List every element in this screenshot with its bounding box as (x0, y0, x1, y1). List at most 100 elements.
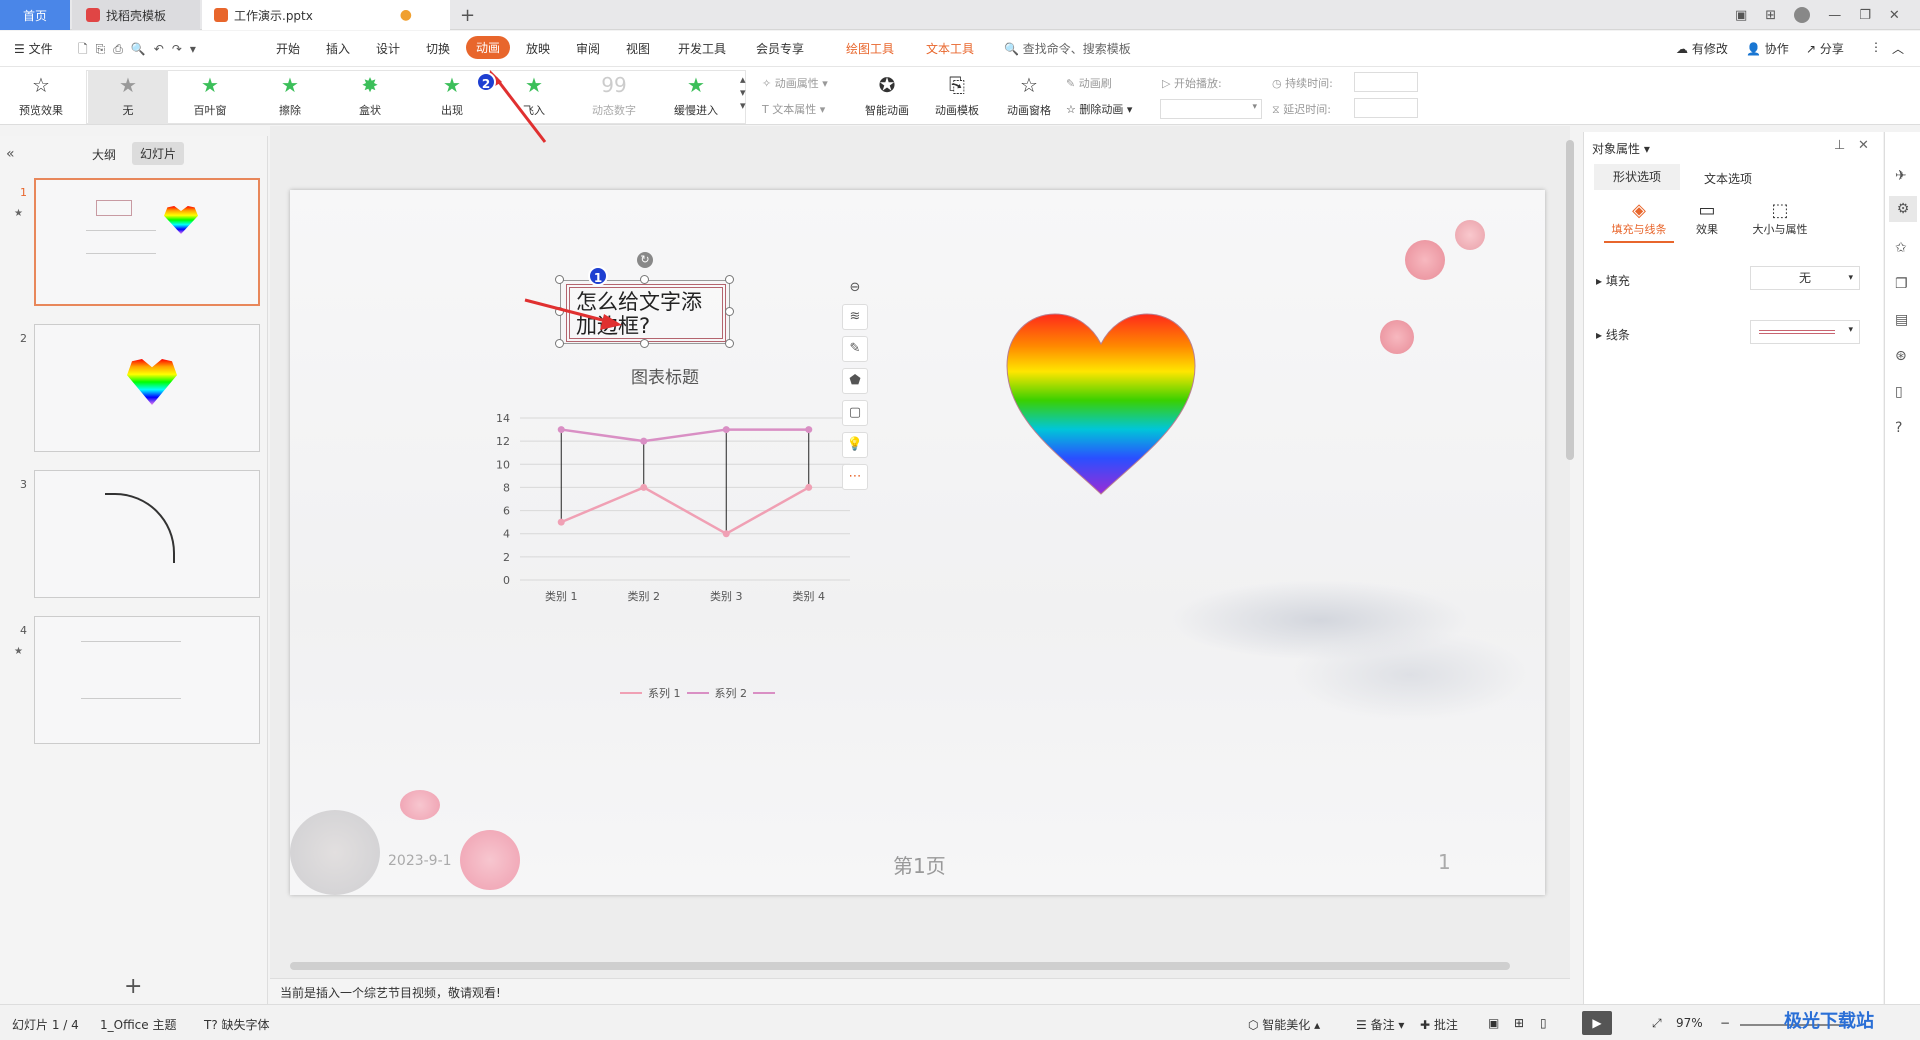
effect-blinds[interactable]: ★ 百叶窗 (170, 70, 250, 124)
file-menu[interactable]: ☰ 文件 (14, 40, 53, 57)
avatar[interactable] (1794, 7, 1811, 23)
size-properties-tab[interactable]: ⬚ 大小与属性 (1740, 200, 1820, 237)
slide-thumbnail-1[interactable] (34, 178, 260, 306)
fill-section-toggle[interactable]: ▸ 填充 (1596, 272, 1630, 289)
duration-input[interactable] (1354, 72, 1418, 92)
line-style-select[interactable]: ▾ (1750, 320, 1860, 344)
menu-animation[interactable]: 动画 (466, 36, 511, 59)
gallery-scroll-icon[interactable]: ▴ ▾ ▾ (740, 73, 746, 112)
notes-button[interactable]: ☰ 备注 ▾ (1356, 1016, 1404, 1033)
apps-icon[interactable]: ⊞ (1765, 8, 1776, 23)
tab-outline[interactable]: 大纲 (92, 146, 116, 163)
close-pane-icon[interactable]: ✕ (1858, 138, 1869, 153)
menu-drawing-tools[interactable]: 绘图工具 (846, 40, 894, 57)
preview-effect-button[interactable]: ☆ 预览效果 (8, 70, 74, 124)
vertical-scrollbar[interactable] (1566, 140, 1574, 460)
resize-handle[interactable] (640, 339, 649, 348)
notes-text[interactable]: 当前是插入一个综艺节目视频，敬请观看! (280, 984, 501, 1001)
menu-transition[interactable]: 切换 (426, 40, 450, 57)
more-icon[interactable]: ⋮ (1870, 40, 1882, 54)
collab-button[interactable]: 👤 协作 (1746, 40, 1789, 57)
pane-title[interactable]: 对象属性 ▾ (1592, 140, 1650, 157)
beautify-button[interactable]: ⬡ 智能美化 ▴ (1248, 1016, 1320, 1033)
resize-handle[interactable] (555, 339, 564, 348)
frame-icon[interactable]: ▢ (842, 400, 868, 426)
modify-button[interactable]: ☁ 有修改 (1676, 40, 1728, 57)
new-tab-button[interactable]: + (460, 0, 475, 30)
anim-prop-button[interactable]: ✧ 动画属性 ▾ (762, 75, 828, 91)
slide-canvas[interactable]: 怎么给文字添加边框? ↻ 0 2 4 6 8 10 12 14 类别 1 类别 2 类别 3 类别 4… (290, 190, 1545, 895)
more-tools-icon[interactable]: ⋯ (842, 464, 868, 490)
resize-handle[interactable] (725, 275, 734, 284)
theme-name[interactable]: 1_Office 主题 (100, 1016, 176, 1033)
menu-view[interactable]: 视图 (626, 40, 650, 57)
chart-title[interactable]: 图表标题 (590, 363, 740, 388)
effect-wipe[interactable]: ★ 擦除 (250, 70, 330, 124)
fill-select[interactable]: 无 ▾ (1750, 266, 1860, 290)
resize-handle[interactable] (725, 339, 734, 348)
menu-design[interactable]: 设计 (376, 40, 400, 57)
textbox-text[interactable]: 怎么给文字添加边框? (570, 288, 722, 340)
menu-insert[interactable]: 插入 (326, 40, 350, 57)
tab-shape-options[interactable]: 形状选项 (1594, 164, 1680, 190)
tab-template[interactable]: 找稻壳模板 (72, 0, 200, 30)
minimize-icon[interactable]: — (1828, 8, 1841, 23)
fill-line-tab[interactable]: ◈ 填充与线条 (1604, 200, 1674, 243)
normal-view-icon[interactable]: ▣ (1488, 1016, 1499, 1030)
fill-icon[interactable]: ⬟ (842, 368, 868, 394)
play-button[interactable]: ▶ (1582, 1011, 1612, 1035)
collapse-pane-icon[interactable]: « (6, 146, 15, 162)
pin-star-icon[interactable]: ✩ (1895, 240, 1907, 256)
sorter-view-icon[interactable]: ⊞ (1514, 1016, 1524, 1030)
delete-animation-button[interactable]: ☆ 删除动画 ▾ (1066, 101, 1132, 117)
resize-handle[interactable] (640, 275, 649, 284)
fit-icon[interactable]: ⤢ (1652, 1016, 1662, 1031)
collapse-toolbar-icon[interactable]: ⊖ (842, 276, 868, 302)
menu-slideshow[interactable]: 放映 (526, 40, 550, 57)
share-button[interactable]: ↗ 分享 (1806, 40, 1844, 57)
horizontal-scrollbar[interactable] (290, 962, 1510, 970)
compass-icon[interactable]: ⊛ (1895, 348, 1907, 364)
quick-access-icons[interactable]: 🗋⎘⎙🔍↶↷▾ (78, 40, 204, 61)
tab-document[interactable]: 工作演示.pptx ● (202, 0, 450, 30)
properties-icon[interactable]: ⚙ (1889, 196, 1917, 222)
idea-icon[interactable]: 💡 (842, 432, 868, 458)
line-section-toggle[interactable]: ▸ 线条 (1596, 326, 1630, 343)
slide-page-label[interactable]: 第1页 (893, 850, 946, 879)
add-slide-button[interactable]: + (124, 974, 142, 999)
copy-icon[interactable]: ❐ (1895, 276, 1908, 292)
effects-tab[interactable]: ▭ 效果 (1682, 200, 1732, 237)
close-icon[interactable]: ✕ (1889, 8, 1900, 23)
menu-review[interactable]: 审阅 (576, 40, 600, 57)
tab-text-options[interactable]: 文本选项 (1704, 170, 1752, 187)
menu-text-tools[interactable]: 文本工具 (926, 40, 974, 57)
slide-date[interactable]: 2023-9-1 (388, 853, 452, 869)
reading-view-icon[interactable]: ▯ (1540, 1016, 1547, 1030)
zoom-out-icon[interactable]: − (1720, 1016, 1730, 1030)
animation-pane-button[interactable]: ☆ 动画窗格 (998, 70, 1060, 124)
line-chart[interactable]: 0 2 4 6 8 10 12 14 类别 1 类别 2 类别 3 类别 4 (460, 390, 860, 620)
smart-animation-button[interactable]: ✪ 智能动画 (856, 70, 918, 124)
resize-handle[interactable] (555, 275, 564, 284)
slide-thumbnail-2[interactable] (34, 324, 260, 452)
tab-slides[interactable]: 幻灯片 (132, 142, 185, 165)
pen-icon[interactable]: ✎ (842, 336, 868, 362)
help-icon[interactable]: ? (1895, 420, 1902, 436)
menu-start[interactable]: 开始 (276, 40, 300, 57)
menu-member[interactable]: 会员专享 (756, 40, 804, 57)
pin-icon[interactable]: ⊥ (1834, 138, 1845, 153)
effect-none[interactable]: ★ 无 (88, 70, 168, 124)
slide-page-number[interactable]: 1 (1438, 850, 1451, 874)
start-play-select[interactable]: ▾ (1160, 99, 1262, 119)
tab-home[interactable]: 首页 (0, 0, 70, 30)
effect-dynamic-number[interactable]: 99 动态数字 (574, 70, 654, 124)
resize-handle[interactable] (725, 307, 734, 316)
comment-button[interactable]: ✚ 批注 (1420, 1016, 1458, 1033)
layout-icon[interactable]: ▣ (1735, 8, 1747, 23)
menu-developer[interactable]: 开发工具 (678, 40, 726, 57)
slide-thumbnail-3[interactable] (34, 470, 260, 598)
text-prop-button[interactable]: T 文本属性 ▾ (762, 101, 825, 117)
missing-font-button[interactable]: T? 缺失字体 (204, 1016, 270, 1033)
effect-box[interactable]: ✸ 盒状 (330, 70, 410, 124)
resize-handle[interactable] (555, 307, 564, 316)
